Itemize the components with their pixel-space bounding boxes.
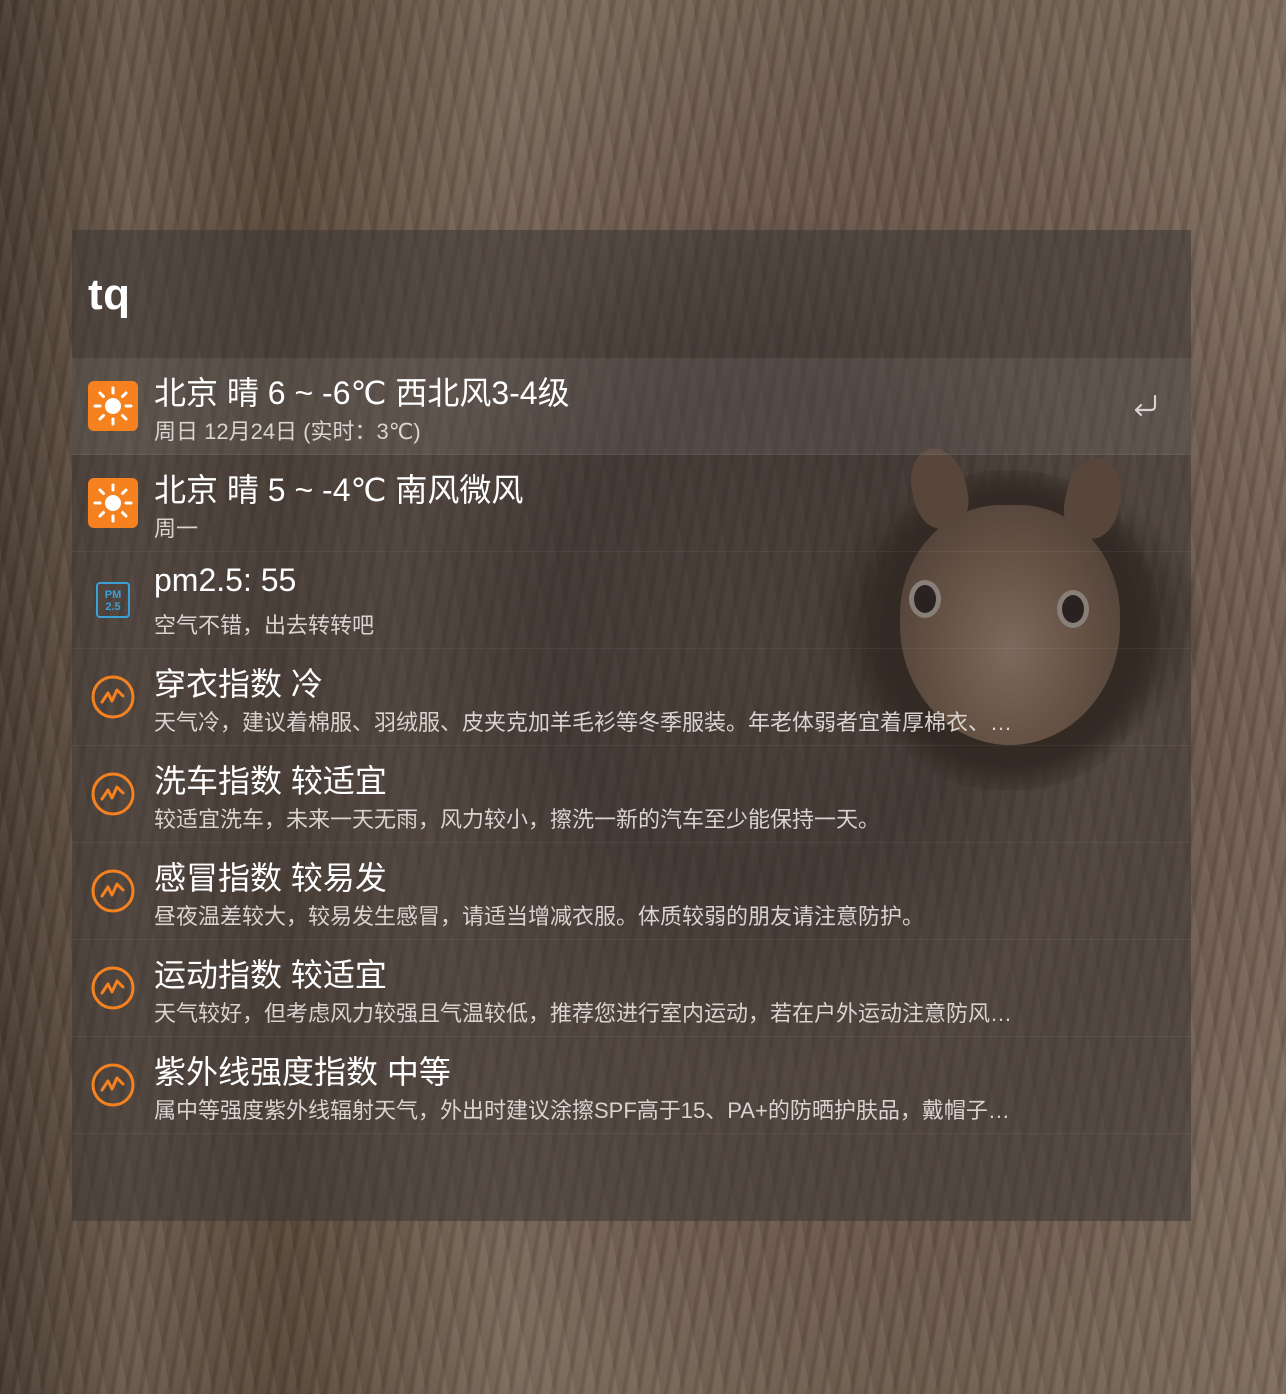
- result-title: 运动指数 较适宜: [154, 957, 387, 993]
- result-title: pm2.5: 55: [154, 562, 297, 598]
- result-subtitle: 天气较好，但考虑风力较强且气温较低，推荐您进行室内运动，若在户外运动注意防风…: [154, 1001, 1013, 1026]
- pm-icon-value: 2.5: [105, 601, 120, 613]
- result-row[interactable]: PM 2.5 pm2.5: 55 空气不错，出去转转吧: [72, 552, 1191, 649]
- index-icon: [88, 672, 138, 722]
- return-key-icon: [1129, 390, 1161, 422]
- result-row[interactable]: 北京 晴 5 ~ -4℃ 南风微风 周一: [72, 455, 1191, 552]
- result-row[interactable]: 紫外线强度指数 中等 属中等强度紫外线辐射天气，外出时建议涂擦SPF高于15、P…: [72, 1037, 1191, 1134]
- index-icon: [88, 769, 138, 819]
- result-title: 北京 晴 5 ~ -4℃ 南风微风: [154, 472, 524, 508]
- result-title: 穿衣指数 冷: [154, 666, 323, 702]
- result-title: 紫外线强度指数 中等: [154, 1054, 451, 1090]
- pm25-icon: PM 2.5: [88, 575, 138, 625]
- result-title: 北京 晴 6 ~ -6℃ 西北风3-4级: [154, 375, 570, 411]
- launcher-panel: tq 北京 晴 6 ~ -6℃ 西北风3-4级 周日 12月24日 (实时：3℃…: [72, 230, 1191, 1221]
- search-query[interactable]: tq: [88, 270, 131, 320]
- result-subtitle: 空气不错，出去转转吧: [154, 613, 375, 638]
- result-subtitle: 昼夜温差较大，较易发生感冒，请适当增减衣服。体质较弱的朋友请注意防护。: [154, 904, 925, 929]
- result-subtitle: 天气冷，建议着棉服、羽绒服、皮夹克加羊毛衫等冬季服装。年老体弱者宜着厚棉衣、…: [154, 710, 1013, 735]
- result-row[interactable]: 穿衣指数 冷 天气冷，建议着棉服、羽绒服、皮夹克加羊毛衫等冬季服装。年老体弱者宜…: [72, 649, 1191, 746]
- result-row[interactable]: 感冒指数 较易发 昼夜温差较大，较易发生感冒，请适当增减衣服。体质较弱的朋友请注…: [72, 843, 1191, 940]
- result-title: 洗车指数 较适宜: [154, 763, 387, 799]
- sun-icon: [88, 381, 138, 431]
- result-subtitle: 周日 12月24日 (实时：3℃): [154, 419, 421, 444]
- results-list: 北京 晴 6 ~ -6℃ 西北风3-4级 周日 12月24日 (实时：3℃) 北…: [72, 358, 1191, 1134]
- index-icon: [88, 963, 138, 1013]
- sun-icon: [88, 478, 138, 528]
- result-subtitle: 周一: [154, 516, 199, 541]
- result-subtitle: 属中等强度紫外线辐射天气，外出时建议涂擦SPF高于15、PA+的防晒护肤品，戴帽…: [154, 1098, 1010, 1123]
- result-row[interactable]: 运动指数 较适宜 天气较好，但考虑风力较强且气温较低，推荐您进行室内运动，若在户…: [72, 940, 1191, 1037]
- index-icon: [88, 866, 138, 916]
- result-title: 感冒指数 较易发: [154, 860, 387, 896]
- result-row[interactable]: 洗车指数 较适宜 较适宜洗车，未来一天无雨，风力较小，擦洗一新的汽车至少能保持一…: [72, 746, 1191, 843]
- result-row[interactable]: 北京 晴 6 ~ -6℃ 西北风3-4级 周日 12月24日 (实时：3℃): [72, 358, 1191, 455]
- pm-icon-label: PM: [105, 589, 122, 601]
- index-icon: [88, 1060, 138, 1110]
- result-subtitle: 较适宜洗车，未来一天无雨，风力较小，擦洗一新的汽车至少能保持一天。: [154, 807, 881, 832]
